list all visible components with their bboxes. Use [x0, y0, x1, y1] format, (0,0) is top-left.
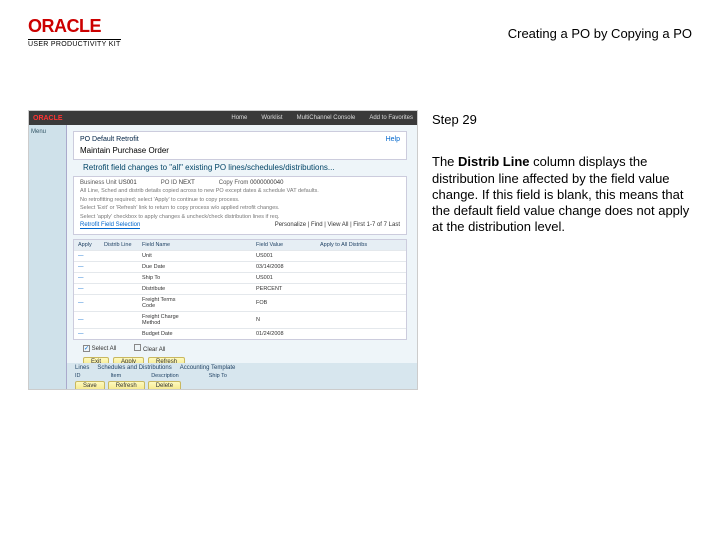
product-kit-label: USER PRODUCTIVITY KIT	[28, 39, 121, 48]
footer-area: Lines Schedules and Distributions Accoun…	[67, 363, 417, 389]
copy-value: 0000000040	[250, 180, 283, 186]
clear-all-label: Clear All	[143, 347, 165, 353]
retrofit-table: Apply Distrib Line Field Name Field Valu…	[73, 239, 407, 340]
info-panel: Business Unit US001 PO ID NEXT Copy From…	[73, 176, 407, 235]
step-description: The Distrib Line column displays the dis…	[432, 154, 692, 235]
page-title: Maintain Purchase Order	[80, 146, 400, 155]
pager-text[interactable]: Personalize | Find | View All | First 1-…	[275, 222, 400, 229]
copy-label: Copy From	[219, 180, 249, 186]
footer-field-item: Item	[111, 373, 122, 379]
footer-tab-acct[interactable]: Accounting Template	[180, 365, 236, 371]
bu-value: US001	[118, 180, 136, 186]
select-all-checkbox[interactable]: ✓	[83, 345, 90, 352]
note-2: No retrofitting required; select 'Apply'…	[80, 197, 400, 204]
poid-label: PO ID	[161, 180, 177, 186]
topbar-nav: Home Worklist MultiChannel Console Add t…	[231, 115, 413, 121]
note-1: All Line, Sched and distrib details copi…	[80, 188, 400, 195]
note-4: Select 'apply' checkbox to apply changes…	[80, 214, 400, 221]
footer-refresh-button[interactable]: Refresh	[108, 381, 145, 390]
col-apply-all: Apply to All Distribs	[320, 242, 402, 248]
main-area: PO Default Retrofit Help Maintain Purcha…	[67, 125, 417, 363]
sidebar-menu[interactable]: Menu	[31, 129, 64, 135]
col-distrib-line: Distrib Line	[104, 242, 138, 248]
embedded-screenshot: ORACLE Home Worklist MultiChannel Consol…	[28, 110, 418, 390]
footer-field-id: ID	[75, 373, 81, 379]
footer-field-shipto: Ship To	[209, 373, 227, 379]
footer-field-desc: Description	[151, 373, 179, 379]
footer-tab-lines[interactable]: Lines	[75, 365, 89, 371]
nav-favorites[interactable]: Add to Favorites	[369, 115, 413, 121]
retrofit-link[interactable]: Retrofit Field Selection	[80, 222, 140, 229]
select-all-label: Select All	[92, 346, 117, 352]
brand-logo: ORACLE USER PRODUCTIVITY KIT	[28, 16, 121, 48]
instruction-pane: Step 29 The Distrib Line column displays…	[432, 110, 692, 390]
table-row: —Due Date03/14/2008	[74, 261, 406, 272]
bu-label: Business Unit	[80, 180, 117, 186]
col-field-name: Field Name	[142, 242, 188, 248]
delete-button[interactable]: Delete	[148, 381, 181, 390]
footer-tab-sched[interactable]: Schedules and Distributions	[97, 365, 171, 371]
table-row: —Freight Charge MethodN	[74, 311, 406, 328]
table-row: —DistributePERCENT	[74, 283, 406, 294]
desc-bold: Distrib Line	[458, 154, 530, 169]
step-label: Step 29	[432, 112, 692, 128]
oracle-wordmark: ORACLE	[28, 16, 121, 37]
nav-worklist[interactable]: Worklist	[261, 115, 282, 121]
breadcrumb: PO Default Retrofit	[80, 136, 139, 143]
col-field-value: Field Value	[256, 242, 316, 248]
nav-home[interactable]: Home	[231, 115, 247, 121]
desc-prefix: The	[432, 154, 458, 169]
table-row: —Freight Terms CodeFOB	[74, 294, 406, 311]
nav-console[interactable]: MultiChannel Console	[297, 115, 356, 121]
panel-header: PO Default Retrofit Help Maintain Purcha…	[73, 131, 407, 160]
clear-all-checkbox[interactable]	[134, 344, 141, 351]
app-brand: ORACLE	[33, 115, 63, 122]
poid-value: NEXT	[179, 180, 195, 186]
col-apply: Apply	[78, 242, 100, 248]
table-row: —Ship ToUS001	[74, 272, 406, 283]
left-sidebar: Menu	[29, 125, 67, 389]
table-row: —UnitUS001	[74, 250, 406, 261]
help-link[interactable]: Help	[386, 136, 400, 143]
save-button[interactable]: Save	[75, 381, 105, 390]
table-row: —Budget Date01/24/2008	[74, 328, 406, 339]
checkbox-row: ✓ Select All Clear All	[83, 344, 401, 353]
note-3: Select 'Exit' or 'Refresh' link to retur…	[80, 205, 400, 212]
doc-title: Creating a PO by Copying a PO	[508, 26, 692, 41]
app-topbar: ORACLE Home Worklist MultiChannel Consol…	[29, 111, 417, 125]
table-header: Apply Distrib Line Field Name Field Valu…	[74, 240, 406, 250]
retrofit-banner: Retrofit field changes to "all" existing…	[83, 163, 401, 172]
